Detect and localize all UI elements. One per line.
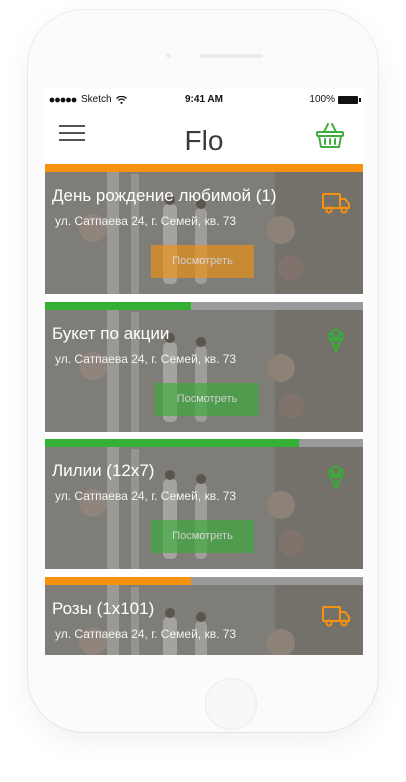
order-progress-bar [45,302,363,310]
shopping-basket-icon[interactable] [315,121,345,149]
order-card[interactable]: День рождение любимой (1) ул. Сатпаева 24… [45,164,363,294]
app-screen: Sketch 9:41 AM 100% Flo День рождение лю… [45,89,363,655]
order-address: ул. Сатпаева 24, г. Семей, кв. 73 [55,352,237,366]
order-address: ул. Сатпаева 24, г. Семей, кв. 73 [55,627,237,641]
status-right: 100% [309,94,361,105]
order-title: Лилии (12х7) [52,461,155,480]
order-progress-fill [45,164,363,172]
flower-bouquet-icon [327,465,345,490]
order-title: Розы (1х101) [52,599,155,618]
order-address: ул. Сатпаева 24, г. Семей, кв. 73 [55,489,237,503]
order-progress-bar [45,164,363,172]
earpiece-speaker [199,54,263,58]
order-progress-bar [45,439,363,447]
view-order-button[interactable]: Посмотреть [151,520,254,553]
nav-bar: Flo [45,109,363,164]
flower-bouquet-icon [327,328,345,353]
order-card[interactable]: Букет по акции ул. Сатпаева 24, г. Семей,… [45,302,363,432]
order-title: День рождение любимой (1) [52,186,277,205]
battery-percent: 100% [309,94,335,105]
home-button[interactable] [205,678,257,730]
order-address: ул. Сатпаева 24, г. Семей, кв. 73 [55,214,237,228]
battery-icon [338,95,361,104]
order-card[interactable]: Лилии (12х7) ул. Сатпаева 24, г. Семей, к… [45,439,363,569]
order-card[interactable]: Розы (1х101) ул. Сатпаева 24, г. Семей, к… [45,577,363,655]
order-progress-bar [45,577,363,585]
order-progress-fill [45,439,300,447]
truck-icon [322,193,350,214]
order-title: Букет по акции [52,324,170,343]
order-progress-fill [45,577,192,585]
status-bar: Sketch 9:41 AM 100% [45,89,363,109]
view-order-button[interactable]: Посмотреть [155,383,259,416]
truck-icon [322,606,350,627]
order-progress-fill [45,302,192,310]
front-camera [166,53,171,58]
view-order-button[interactable]: Посмотреть [151,245,254,278]
